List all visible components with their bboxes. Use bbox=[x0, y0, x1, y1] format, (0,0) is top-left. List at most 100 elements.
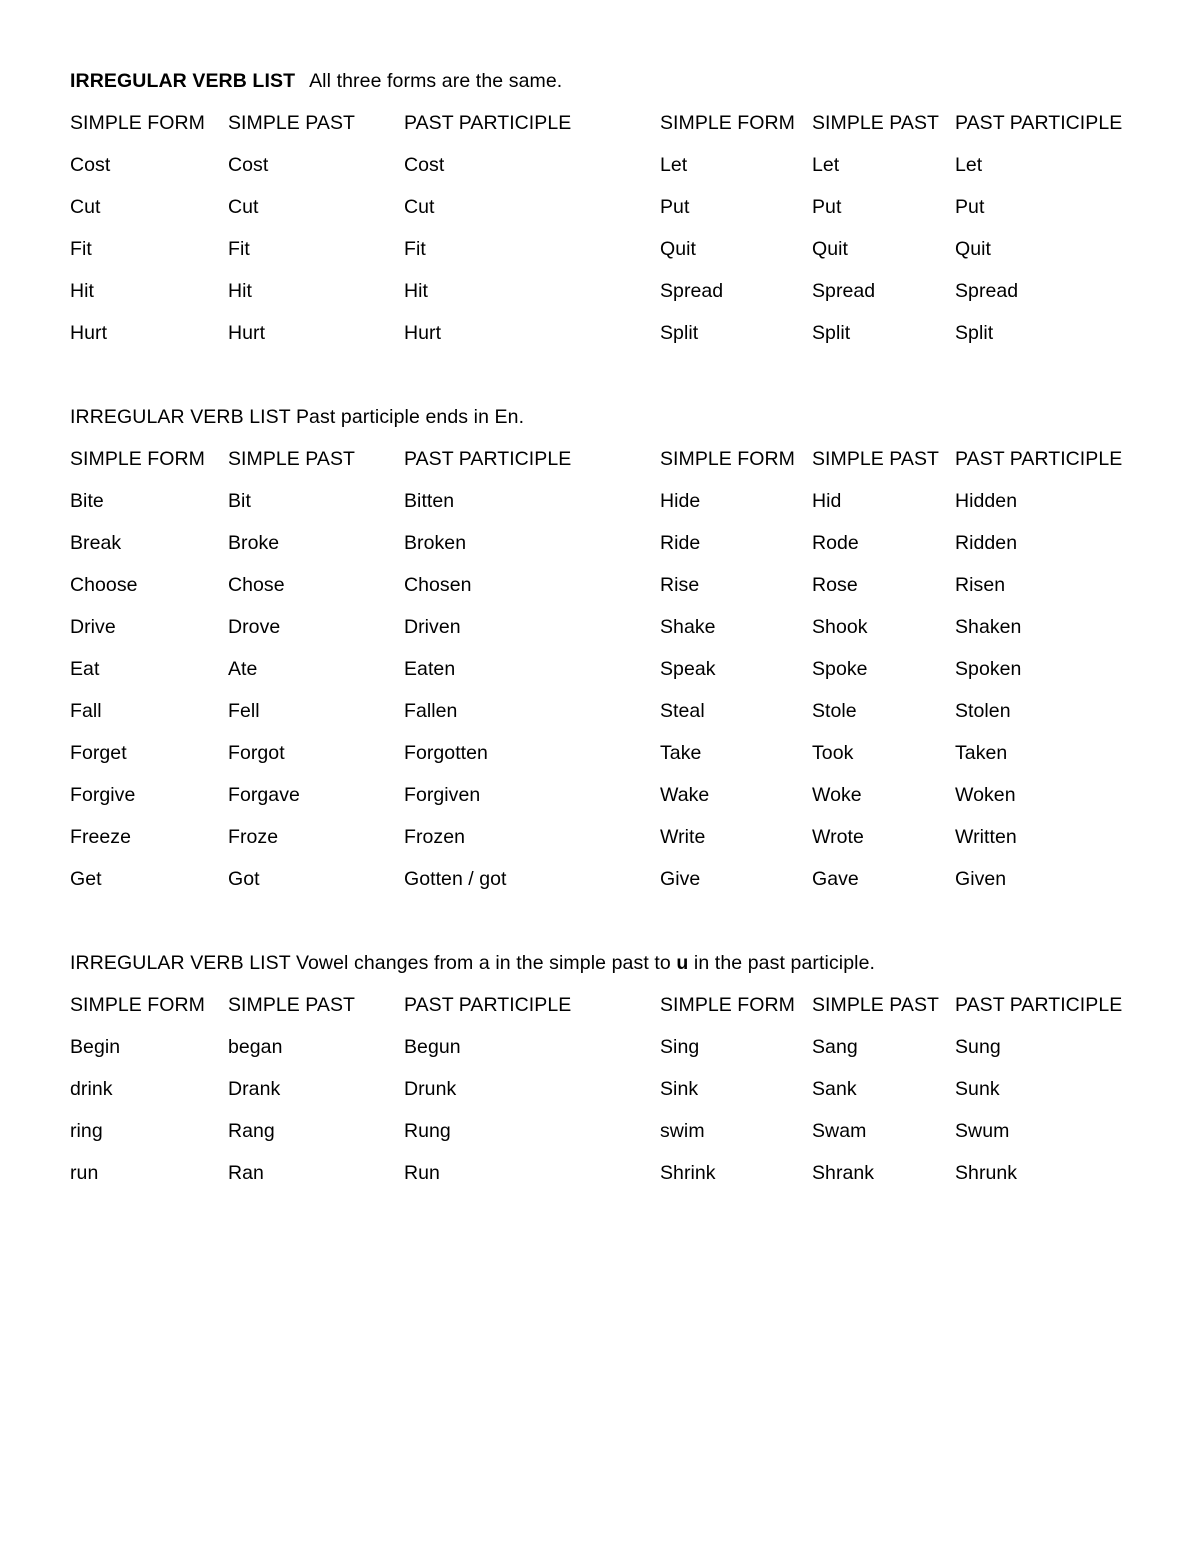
verb-cell: Hidden bbox=[955, 490, 1018, 512]
verb-cell: Risen bbox=[955, 574, 1006, 596]
table-row: Break Broke Broken Ride Rode Ridden bbox=[70, 522, 1130, 564]
verb-cell: Stolen bbox=[955, 700, 1011, 722]
verb-cell: Give bbox=[660, 868, 701, 890]
verb-cell: Sunk bbox=[955, 1078, 1000, 1100]
verb-cell: Cut bbox=[70, 196, 101, 218]
column-header-past-participle-right: PAST PARTICIPLE bbox=[955, 448, 1123, 470]
column-header-simple-form-right: SIMPLE FORM bbox=[660, 448, 795, 470]
verb-cell: Hit bbox=[404, 280, 428, 302]
verb-cell: Spoke bbox=[812, 658, 868, 680]
verb-cell: Given bbox=[955, 868, 1007, 890]
table-row: drink Drank Drunk Sink Sank Sunk bbox=[70, 1068, 1130, 1110]
document-body: IRREGULAR VERB LIST All three forms are t… bbox=[70, 60, 1130, 1194]
verb-cell: Fit bbox=[404, 238, 426, 260]
column-header-past-participle-right: PAST PARTICIPLE bbox=[955, 994, 1123, 1016]
verb-cell: Put bbox=[955, 196, 985, 218]
verb-cell: Quit bbox=[660, 238, 696, 260]
verb-cell: Fit bbox=[228, 238, 250, 260]
column-header-simple-form-right: SIMPLE FORM bbox=[660, 112, 795, 134]
verb-cell: Begin bbox=[70, 1036, 121, 1058]
section-1-title: IRREGULAR VERB LIST bbox=[70, 70, 296, 92]
verb-cell: Spread bbox=[660, 280, 724, 302]
column-header-simple-form-right: SIMPLE FORM bbox=[660, 994, 795, 1016]
verb-cell: Cost bbox=[70, 154, 111, 176]
verb-cell: Forgave bbox=[228, 784, 300, 806]
table-row: Begin began Begun Sing Sang Sung bbox=[70, 1026, 1130, 1068]
verb-cell: Wake bbox=[660, 784, 710, 806]
verb-cell: began bbox=[228, 1036, 283, 1058]
verb-cell: Bitten bbox=[404, 490, 455, 512]
verb-cell: Shaken bbox=[955, 616, 1022, 638]
verb-cell: Fell bbox=[228, 700, 260, 722]
verb-cell: Forgotten bbox=[404, 742, 488, 764]
section-heading-3: IRREGULAR VERB LIST Vowel changes from a… bbox=[70, 942, 1130, 984]
verb-cell: Hurt bbox=[404, 322, 442, 344]
verb-table-3: SIMPLE FORM SIMPLE PAST PAST PARTICIPLE … bbox=[70, 984, 1130, 1194]
verb-cell: swim bbox=[660, 1120, 705, 1142]
verb-cell: Taken bbox=[955, 742, 1008, 764]
verb-cell: Chose bbox=[228, 574, 285, 596]
verb-cell: Quit bbox=[955, 238, 991, 260]
verb-cell: Cost bbox=[228, 154, 269, 176]
verb-cell: Hit bbox=[228, 280, 252, 302]
table-row: Hit Hit Hit Spread Spread Spread bbox=[70, 270, 1130, 312]
verb-cell: Hurt bbox=[228, 322, 266, 344]
section-3-title-part1: IRREGULAR VERB LIST Vowel changes from a… bbox=[70, 952, 677, 974]
table-row: Forgive Forgave Forgiven Wake Woke Woken bbox=[70, 774, 1130, 816]
column-header-simple-past-left: SIMPLE PAST bbox=[228, 448, 355, 470]
verb-cell: Let bbox=[660, 154, 688, 176]
column-header-simple-past-left: SIMPLE PAST bbox=[228, 994, 355, 1016]
table-row: Hurt Hurt Hurt Split Split Split bbox=[70, 312, 1130, 354]
verb-cell: Forgiven bbox=[404, 784, 481, 806]
verb-cell: Sink bbox=[660, 1078, 699, 1100]
verb-cell: Gave bbox=[812, 868, 859, 890]
verb-cell: Cut bbox=[404, 196, 435, 218]
verb-table-1: SIMPLE FORM SIMPLE PAST PAST PARTICIPLE … bbox=[70, 102, 1130, 354]
verb-cell: Sang bbox=[812, 1036, 858, 1058]
verb-table-2: SIMPLE FORM SIMPLE PAST PAST PARTICIPLE … bbox=[70, 438, 1130, 900]
table-row: Choose Chose Chosen Rise Rose Risen bbox=[70, 564, 1130, 606]
verb-cell: Fall bbox=[70, 700, 102, 722]
verb-cell: Put bbox=[812, 196, 842, 218]
section-heading-1: IRREGULAR VERB LIST All three forms are t… bbox=[70, 60, 1130, 102]
table-row: ring Rang Rung swim Swam Swum bbox=[70, 1110, 1130, 1152]
verb-cell: Shrink bbox=[660, 1162, 716, 1184]
verb-cell: Split bbox=[660, 322, 699, 344]
verb-cell: Ridden bbox=[955, 532, 1018, 554]
verb-cell: Shrunk bbox=[955, 1162, 1018, 1184]
verb-cell: Ride bbox=[660, 532, 701, 554]
section-3-title-part2: in the past participle. bbox=[688, 952, 876, 974]
verb-cell: Sing bbox=[660, 1036, 700, 1058]
table-row: Freeze Froze Frozen Write Wrote Written bbox=[70, 816, 1130, 858]
verb-cell: Drive bbox=[70, 616, 116, 638]
verb-cell: Forget bbox=[70, 742, 127, 764]
column-header-past-participle-left: PAST PARTICIPLE bbox=[404, 994, 572, 1016]
verb-cell: ring bbox=[70, 1120, 103, 1142]
verb-cell: Run bbox=[404, 1162, 440, 1184]
verb-cell: Frozen bbox=[404, 826, 465, 848]
verb-cell: Speak bbox=[660, 658, 716, 680]
section-2-title: IRREGULAR VERB LIST Past participle ends… bbox=[70, 406, 525, 428]
verb-cell: Eat bbox=[70, 658, 100, 680]
table-row: Cost Cost Cost Let Let Let bbox=[70, 144, 1130, 186]
column-header-simple-past-right: SIMPLE PAST bbox=[812, 448, 939, 470]
verb-cell: Freeze bbox=[70, 826, 131, 848]
verb-cell: Fit bbox=[70, 238, 92, 260]
verb-cell: Hurt bbox=[70, 322, 108, 344]
verb-cell: Rung bbox=[404, 1120, 451, 1142]
table-header-row: SIMPLE FORM SIMPLE PAST PAST PARTICIPLE … bbox=[70, 102, 1130, 144]
verb-cell: Spoken bbox=[955, 658, 1022, 680]
verb-cell: Drove bbox=[228, 616, 281, 638]
verb-cell: Let bbox=[812, 154, 840, 176]
verb-cell: Chosen bbox=[404, 574, 472, 596]
table-header-row: SIMPLE FORM SIMPLE PAST PAST PARTICIPLE … bbox=[70, 984, 1130, 1026]
verb-cell: Woken bbox=[955, 784, 1016, 806]
table-row: Eat Ate Eaten Speak Spoke Spoken bbox=[70, 648, 1130, 690]
verb-cell: drink bbox=[70, 1078, 113, 1100]
verb-cell: Sank bbox=[812, 1078, 857, 1100]
verb-cell: Cut bbox=[228, 196, 259, 218]
verb-cell: Broke bbox=[228, 532, 280, 554]
verb-cell: Spread bbox=[955, 280, 1019, 302]
table-row: Get Got Gotten / got Give Gave Given bbox=[70, 858, 1130, 900]
